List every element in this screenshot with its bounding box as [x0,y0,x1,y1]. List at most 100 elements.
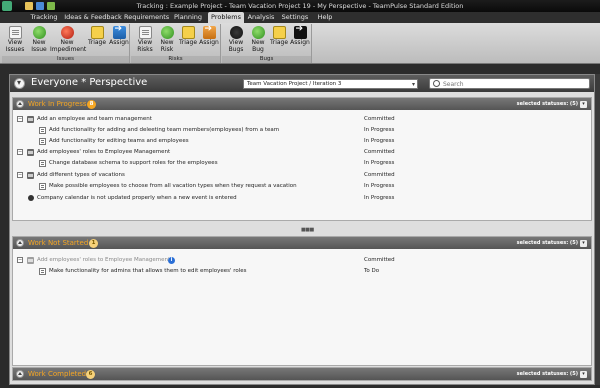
chevron-down-icon: ▾ [411,81,415,88]
row-title: Add different types of vacations [37,172,125,178]
row-title: Add employees' roles to Employee Managem… [37,149,171,155]
project-select-value: Team Vacation Project / Iteration 3 [247,81,342,87]
collapse-row-icon[interactable]: − [17,149,23,155]
tab-planning[interactable]: Planning [172,12,204,23]
triage-icon [181,26,195,39]
view-bugs-button[interactable]: View Bugs [225,26,247,53]
table-row[interactable]: − Add an employee and team management Co… [13,114,591,125]
table-row[interactable]: Make functionality for admins that allow… [13,266,591,277]
view-issues-button[interactable]: View Issues [4,26,26,53]
table-row[interactable]: Add functionality for adding and deleeti… [13,125,591,136]
search-icon [433,80,440,87]
tab-problems[interactable]: Problems [208,12,244,23]
new-issue-button[interactable]: New Issue [28,26,50,53]
row-status: In Progress [364,160,395,166]
status-filter[interactable]: selected statuses: (5) ▾ [516,370,587,378]
row-title: Change database schema to support roles … [49,160,218,166]
row-title: Add functionality for adding and deleeti… [49,127,280,133]
perspective-menu-icon[interactable] [14,78,25,89]
triage-risks-button[interactable]: Triage [177,26,199,47]
collapse-row-icon[interactable]: − [17,257,23,263]
info-icon[interactable]: i [168,256,175,264]
window-title: Tracking : Example Project - Team Vacati… [136,2,464,10]
assign-bugs-button[interactable]: Assign [289,26,311,47]
status-filter-label: selected statuses: (5) [516,100,578,107]
row-title: Add functionality for editing teams and … [49,138,189,144]
count-badge: 6 [86,369,95,379]
triage-issues-button[interactable]: Triage [86,26,108,47]
task-icon [39,126,46,134]
section-work-not-started: Work Not Started 1 selected statuses: (5… [12,236,592,366]
task-icon [39,267,46,275]
triage-icon [272,26,286,39]
document-icon [8,26,22,39]
row-status: Committed [364,149,395,155]
assign-arrow-icon [293,26,307,39]
user-story-icon [27,148,34,156]
status-filter-label: selected statuses: (5) [516,370,578,377]
search-input[interactable] [443,80,583,88]
title-bar: Tracking : Example Project - Team Vacati… [0,0,600,12]
tab-tracking[interactable]: Tracking [26,12,62,23]
project-iteration-select[interactable]: Team Vacation Project / Iteration 3 ▾ [243,79,418,89]
assign-arrow-icon [202,26,216,39]
add-icon [32,26,46,39]
assign-issues-button[interactable]: Assign [108,26,130,47]
table-row[interactable]: Make possible employees to choose from a… [13,181,591,192]
status-filter[interactable]: selected statuses: (5) ▾ [517,239,587,247]
bug-icon [229,26,243,39]
section-work-in-progress: Work In Progress 8 selected statuses: (5… [12,97,592,221]
tab-analysis[interactable]: Analysis [246,12,276,23]
view-risks-button[interactable]: View Risks [134,26,156,53]
triage-bugs-button[interactable]: Triage [268,26,290,47]
new-impediment-button[interactable]: New Impediment [50,26,86,53]
row-status: In Progress [364,127,395,133]
user-story-icon [27,115,34,123]
tab-ideas-feedback[interactable]: Ideas & Feedback [64,12,122,23]
search-box[interactable] [429,78,590,89]
row-status: In Progress [364,138,395,144]
table-row[interactable]: − Add different types of vacations Commi… [13,170,591,181]
new-risk-button[interactable]: New Risk [156,26,178,53]
document-icon [138,26,152,39]
collapse-row-icon[interactable]: − [17,116,23,122]
row-status: Committed [364,257,395,263]
perspective-title: Everyone * Perspective [31,77,148,88]
ribbon-group-bugs: View Bugs New Bug Triage Assign Bugs [222,24,312,63]
collapse-toggle-icon[interactable] [16,239,24,247]
collapse-toggle-icon[interactable] [16,100,24,108]
table-row[interactable]: − Add employees' roles to Employee Manag… [13,255,591,266]
tab-requirements[interactable]: Requirements [124,12,169,23]
assign-arrow-icon [112,26,126,39]
splitter-grip[interactable]: ■■■ [301,228,314,233]
task-icon [39,137,46,145]
section-title: Work Not Started [28,239,89,247]
add-icon [160,26,174,39]
menu-bar: Tracking Ideas & Feedback Requirements P… [0,12,600,23]
section-work-completed: Work Completed 6 selected statuses: (5) ▾ [12,367,592,381]
table-row[interactable]: Add functionality for editing teams and … [13,136,591,147]
tab-help[interactable]: Help [314,12,336,23]
assign-risks-button[interactable]: Assign [198,26,220,47]
new-bug-button[interactable]: New Bug [247,26,269,53]
row-title: Company calendar is not updated properly… [37,195,237,201]
section-header: Work Not Started 1 selected statuses: (5… [13,237,591,249]
perspective-header: Everyone * Perspective Team Vacation Pro… [10,75,594,92]
vertical-scrollbar[interactable] [595,74,600,385]
table-row[interactable]: Change database schema to support roles … [13,158,591,169]
count-badge: 8 [87,99,96,109]
ribbon-group-issues: View Issues New Issue New Impediment Tri… [2,24,130,63]
collapse-row-icon[interactable]: − [17,172,23,178]
task-icon [39,159,46,167]
tab-settings[interactable]: Settings [280,12,310,23]
status-filter[interactable]: selected statuses: (5) ▾ [516,100,587,108]
row-title: Add employees' roles to Employee Managem… [37,257,171,263]
section-title: Work In Progress [28,100,87,108]
user-story-icon [27,171,34,179]
collapse-toggle-icon[interactable] [16,370,24,378]
add-icon [251,26,265,39]
table-row[interactable]: − Add employees' roles to Employee Manag… [13,147,591,158]
table-row[interactable]: Company calendar is not updated properly… [13,193,591,204]
row-status: In Progress [364,183,395,189]
task-icon [39,182,46,190]
